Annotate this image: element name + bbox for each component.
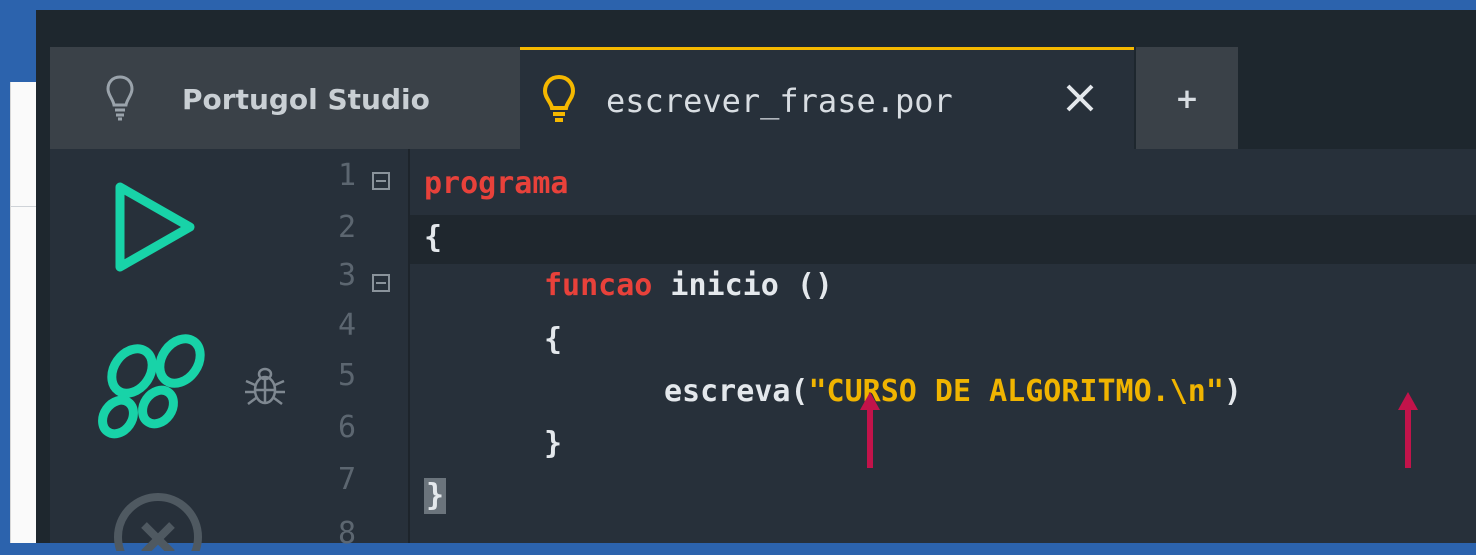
code-editor[interactable]	[410, 149, 1476, 543]
line-number: 7	[337, 462, 356, 497]
code-text: {	[544, 322, 563, 357]
line-number: 8	[337, 516, 356, 551]
fold-toggle[interactable]	[372, 274, 390, 292]
bug-icon[interactable]	[242, 363, 288, 413]
annotation-arrow	[858, 390, 882, 474]
code-text: }	[424, 478, 447, 514]
tab-bar: Portugol Studio escrever_frase.por +	[36, 10, 1476, 149]
lightbulb-icon	[106, 75, 134, 125]
code-keyword: funcao	[544, 268, 653, 303]
new-tab-button[interactable]: +	[1136, 47, 1238, 149]
tab-label: Portugol Studio	[182, 83, 430, 116]
toolbar-sidebar	[50, 149, 348, 555]
code-line: escreva("CURSO DE ALGORITMO.\n")	[664, 374, 1242, 410]
code-line: funcao inicio ()	[544, 268, 833, 304]
stop-icon[interactable]	[108, 491, 208, 555]
line-number: 3	[337, 258, 356, 293]
line-number-gutter	[348, 149, 410, 543]
tab-escrever-frase[interactable]: escrever_frase.por	[520, 47, 1134, 149]
play-icon[interactable]	[110, 179, 200, 279]
line-number: 2	[337, 210, 356, 245]
line-number: 1	[337, 158, 356, 193]
line-number: 5	[337, 358, 356, 393]
fold-toggle[interactable]	[372, 172, 390, 190]
lightbulb-icon	[542, 74, 576, 128]
line-number: 6	[337, 410, 356, 445]
step-icon[interactable]	[94, 331, 214, 455]
annotation-arrow	[1396, 390, 1420, 474]
code-text: escreva(	[664, 374, 809, 409]
tab-portugol-studio[interactable]: Portugol Studio	[50, 47, 520, 149]
code-text: }	[544, 426, 563, 461]
current-line-highlight	[410, 215, 1476, 264]
code-text: inicio ()	[652, 268, 833, 303]
code-text: )	[1223, 374, 1242, 409]
tab-label: escrever_frase.por	[606, 82, 953, 120]
line-number: 4	[337, 308, 356, 343]
code-keyword: programa	[424, 166, 569, 201]
code-text: {	[424, 220, 443, 255]
close-icon[interactable]	[1062, 80, 1098, 116]
